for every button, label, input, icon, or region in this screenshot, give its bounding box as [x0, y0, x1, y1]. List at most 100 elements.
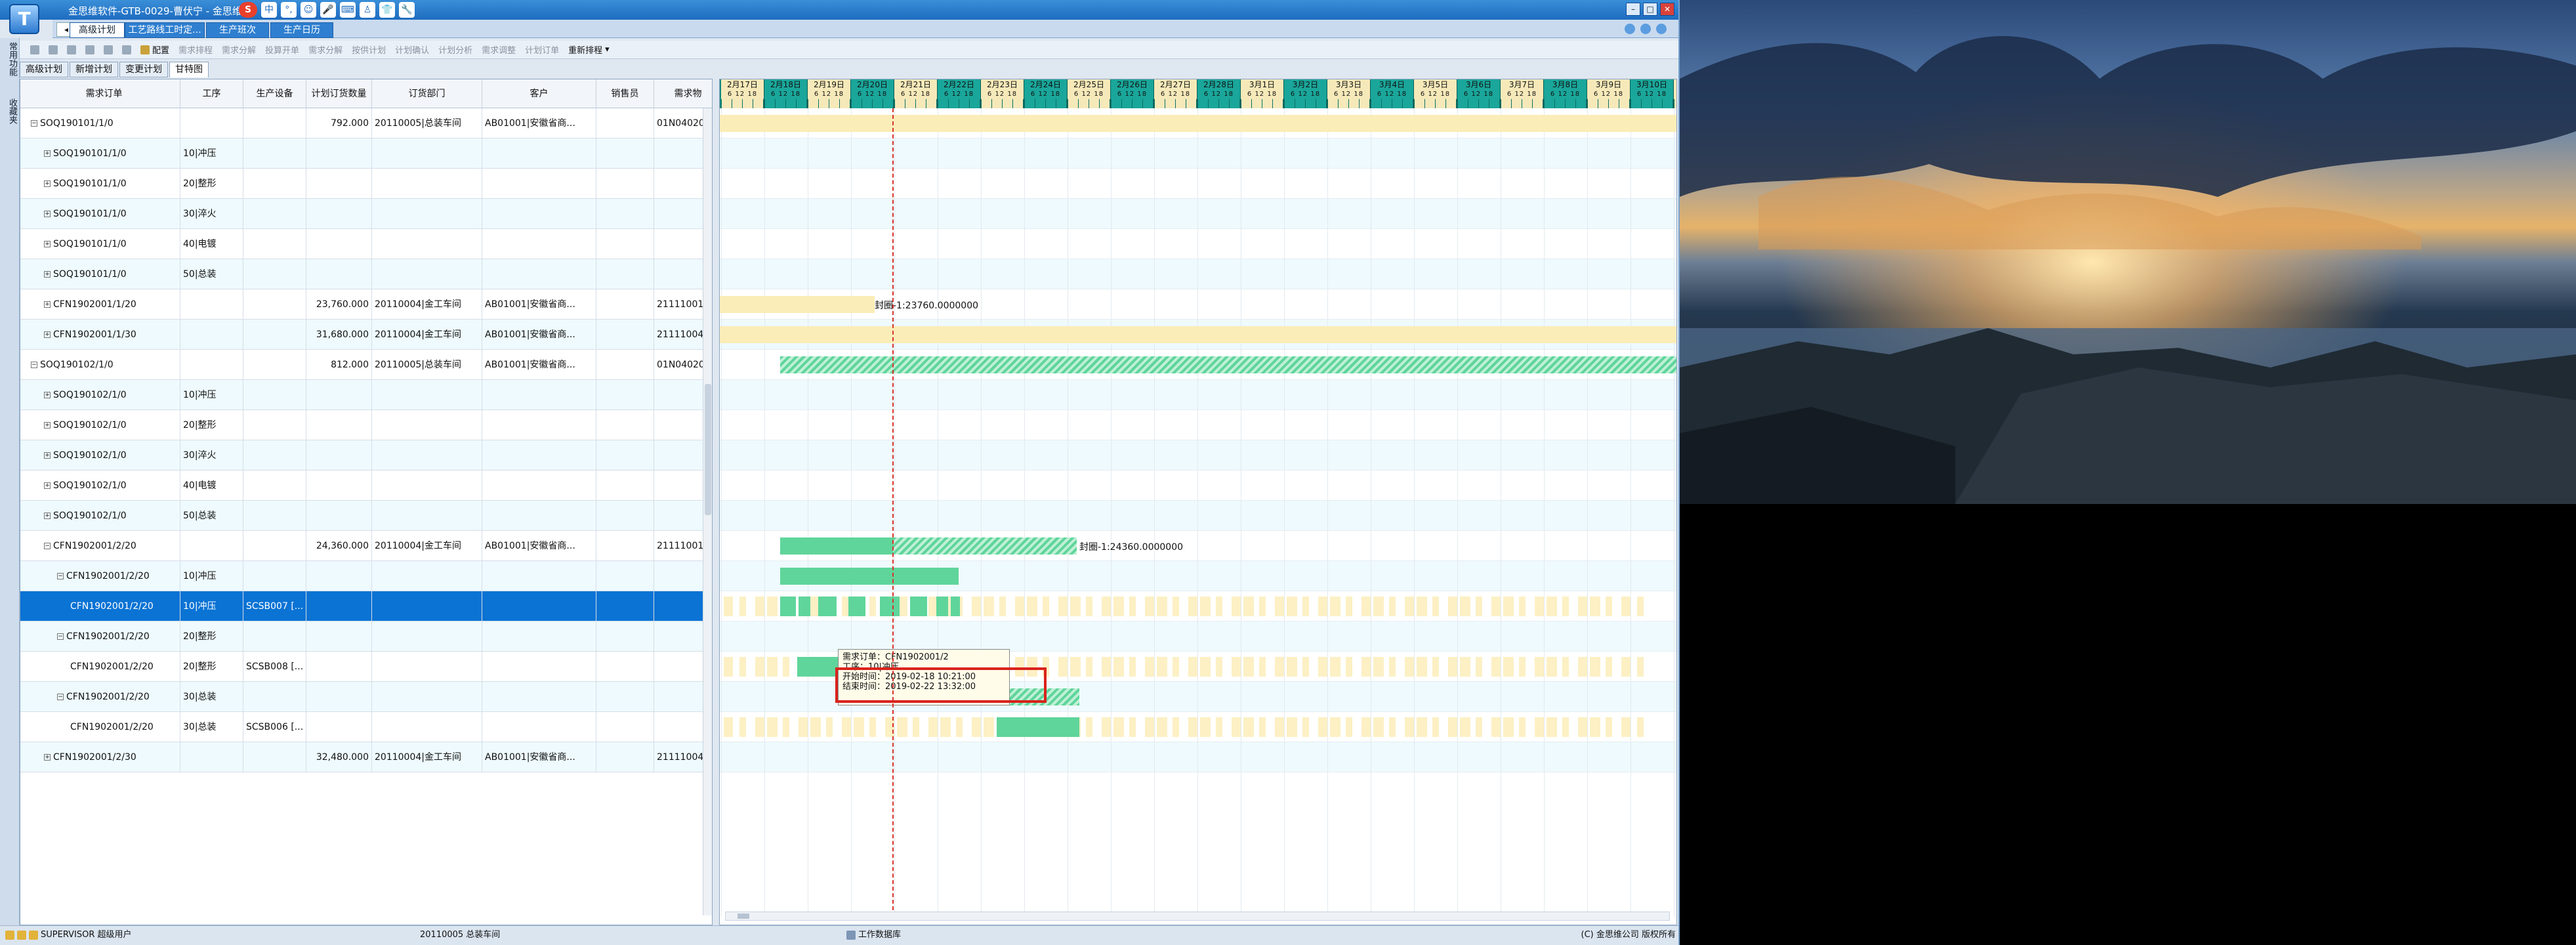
operation-segment[interactable]: [997, 717, 1079, 737]
table-row[interactable]: − SOQ190102/1/0 812.000 20110005|总装车间 AB0100…: [20, 350, 712, 380]
operation-bar[interactable]: [780, 568, 959, 585]
tab-gantt[interactable]: 甘特图: [169, 62, 209, 77]
order-bar[interactable]: [720, 115, 1676, 132]
toolbar-undo-icon[interactable]: [85, 45, 94, 54]
config-button[interactable]: 配置: [140, 43, 169, 56]
gantt-scroll-thumb[interactable]: [737, 914, 749, 919]
sidebar-item-favorites[interactable]: 收藏夹: [3, 98, 17, 124]
table-row[interactable]: + SOQ190102/1/0 10|冲压: [20, 380, 712, 410]
help-icon[interactable]: [1640, 24, 1651, 34]
minimize-button[interactable]: –: [1626, 3, 1640, 16]
expand-toggle-icon[interactable]: +: [44, 211, 51, 217]
expand-toggle-icon[interactable]: +: [44, 271, 51, 278]
app-logo[interactable]: T: [9, 4, 39, 34]
schedule-bar[interactable]: [780, 537, 893, 555]
close-button[interactable]: ✕: [1660, 3, 1674, 16]
ime-icon-5[interactable]: ⌨: [340, 2, 356, 18]
gantt-scrollbar[interactable]: [725, 912, 1670, 921]
table-row[interactable]: CFN1902001/2/20 10|冲压 SCSB007 [...: [20, 591, 712, 621]
tab-calendar[interactable]: 生产日历: [270, 22, 333, 38]
table-row[interactable]: + CFN1902001/1/20 23,760.000 20110004|金工车间 A…: [20, 289, 712, 320]
expand-toggle-icon[interactable]: +: [44, 331, 51, 338]
operation-segment[interactable]: [848, 597, 865, 616]
ime-icon-0[interactable]: S: [239, 2, 257, 18]
expand-toggle-icon[interactable]: −: [57, 573, 64, 579]
reschedule-button[interactable]: 重新排程 ▾: [568, 43, 610, 56]
tab-routing[interactable]: 工艺路线工时定...: [125, 22, 205, 38]
table-row[interactable]: + SOQ190101/1/0 20|整形: [20, 169, 712, 199]
toolbar-delete-icon[interactable]: [104, 45, 113, 54]
operation-segment[interactable]: [818, 597, 837, 616]
schedule-bar[interactable]: [780, 356, 1676, 373]
ime-toolbar[interactable]: S 中 °, ☺ 🎤 ⌨ ♙ 👕 🔧: [239, 1, 415, 18]
table-row[interactable]: + SOQ190101/1/0 10|冲压: [20, 138, 712, 169]
expand-toggle-icon[interactable]: +: [44, 422, 51, 429]
table-row[interactable]: + SOQ190101/1/0 40|电镀: [20, 229, 712, 259]
expand-toggle-icon[interactable]: +: [44, 392, 51, 398]
tab-advanced-plan-view[interactable]: 高级计划: [20, 62, 68, 77]
pane-splitter[interactable]: [713, 79, 719, 925]
ime-icon-6[interactable]: ♙: [360, 2, 375, 18]
grid-scrollbar[interactable]: [703, 108, 712, 915]
table-row[interactable]: + SOQ190101/1/0 30|淬火: [20, 199, 712, 229]
ime-icon-1[interactable]: 中: [261, 2, 277, 18]
table-row[interactable]: + CFN1902001/2/30 32,480.000 20110004|金工车间 A…: [20, 742, 712, 772]
ime-icon-8[interactable]: 🔧: [399, 2, 415, 18]
toolbar-print-icon[interactable]: [67, 45, 76, 54]
table-row[interactable]: + SOQ190101/1/0 50|总装: [20, 259, 712, 289]
operation-segment[interactable]: [880, 597, 900, 616]
ime-icon-3[interactable]: ☺: [301, 2, 316, 18]
column-header-4[interactable]: 订货部门: [372, 79, 482, 108]
toolbar-save-icon[interactable]: [49, 45, 58, 54]
ime-icon-7[interactable]: 👕: [379, 2, 395, 18]
schedule-bar[interactable]: [893, 537, 1077, 555]
refresh-icon[interactable]: [1625, 24, 1635, 34]
table-row[interactable]: − CFN1902001/2/20 10|冲压: [20, 561, 712, 591]
table-row[interactable]: + SOQ190102/1/0 50|总装: [20, 501, 712, 531]
sidebar-item-common[interactable]: 常用功能: [3, 42, 17, 76]
table-row[interactable]: + SOQ190102/1/0 30|淬火: [20, 440, 712, 471]
tab-shifts[interactable]: 生产班次: [206, 22, 269, 38]
expand-toggle-icon[interactable]: −: [57, 694, 64, 700]
table-row[interactable]: − SOQ190101/1/0 792.000 20110005|总装车间 AB0100…: [20, 108, 712, 138]
dropdown-icon[interactable]: [1656, 24, 1667, 34]
expand-toggle-icon[interactable]: +: [44, 180, 51, 187]
expand-toggle-icon[interactable]: +: [44, 754, 51, 761]
table-row[interactable]: − CFN1902001/2/20 30|总装: [20, 682, 712, 712]
tab-new-plan[interactable]: 新增计划: [70, 62, 118, 77]
expand-toggle-icon[interactable]: +: [44, 301, 51, 308]
order-bar[interactable]: [720, 296, 875, 313]
column-header-0[interactable]: 需求订单: [28, 79, 180, 108]
column-header-6[interactable]: 销售员: [596, 79, 654, 108]
expand-toggle-icon[interactable]: −: [57, 633, 64, 640]
toolbar-home-icon[interactable]: [30, 45, 39, 54]
order-bar[interactable]: [720, 326, 1676, 343]
tab-change-plan[interactable]: 变更计划: [119, 62, 168, 77]
operation-segment[interactable]: [799, 597, 810, 616]
column-header-1[interactable]: 工序: [180, 79, 243, 108]
operation-segment[interactable]: [780, 597, 796, 616]
column-header-3[interactable]: 计划订货数量: [306, 79, 372, 108]
expand-toggle-icon[interactable]: +: [44, 241, 51, 247]
table-row[interactable]: − CFN1902001/2/20 24,360.000 20110004|金工车间 A…: [20, 531, 712, 561]
expand-toggle-icon[interactable]: −: [44, 543, 51, 549]
expand-toggle-icon[interactable]: +: [44, 452, 51, 459]
operation-segment[interactable]: [951, 597, 960, 616]
ime-icon-2[interactable]: °,: [281, 2, 297, 18]
table-row[interactable]: + SOQ190102/1/0 40|电镀: [20, 471, 712, 501]
column-header-5[interactable]: 客户: [482, 79, 596, 108]
expand-toggle-icon[interactable]: +: [44, 150, 51, 157]
table-row[interactable]: CFN1902001/2/20 20|整形 SCSB008 [...: [20, 652, 712, 682]
table-row[interactable]: CFN1902001/2/20 30|总装 SCSB006 [...: [20, 712, 712, 742]
table-row[interactable]: + CFN1902001/1/30 31,680.000 20110004|金工车间 A…: [20, 320, 712, 350]
toolbar-help-icon[interactable]: [122, 45, 131, 54]
ime-icon-4[interactable]: 🎤: [320, 2, 336, 18]
tab-advanced-plan[interactable]: 高级计划: [70, 22, 125, 38]
grid-scroll-thumb[interactable]: [705, 384, 711, 515]
column-header-2[interactable]: 生产设备: [243, 79, 306, 108]
column-header-7[interactable]: 需求物: [654, 79, 712, 108]
maximize-button[interactable]: □: [1643, 3, 1657, 16]
expand-toggle-icon[interactable]: +: [44, 482, 51, 489]
table-row[interactable]: + SOQ190102/1/0 20|整形: [20, 410, 712, 440]
expand-toggle-icon[interactable]: −: [31, 120, 37, 127]
